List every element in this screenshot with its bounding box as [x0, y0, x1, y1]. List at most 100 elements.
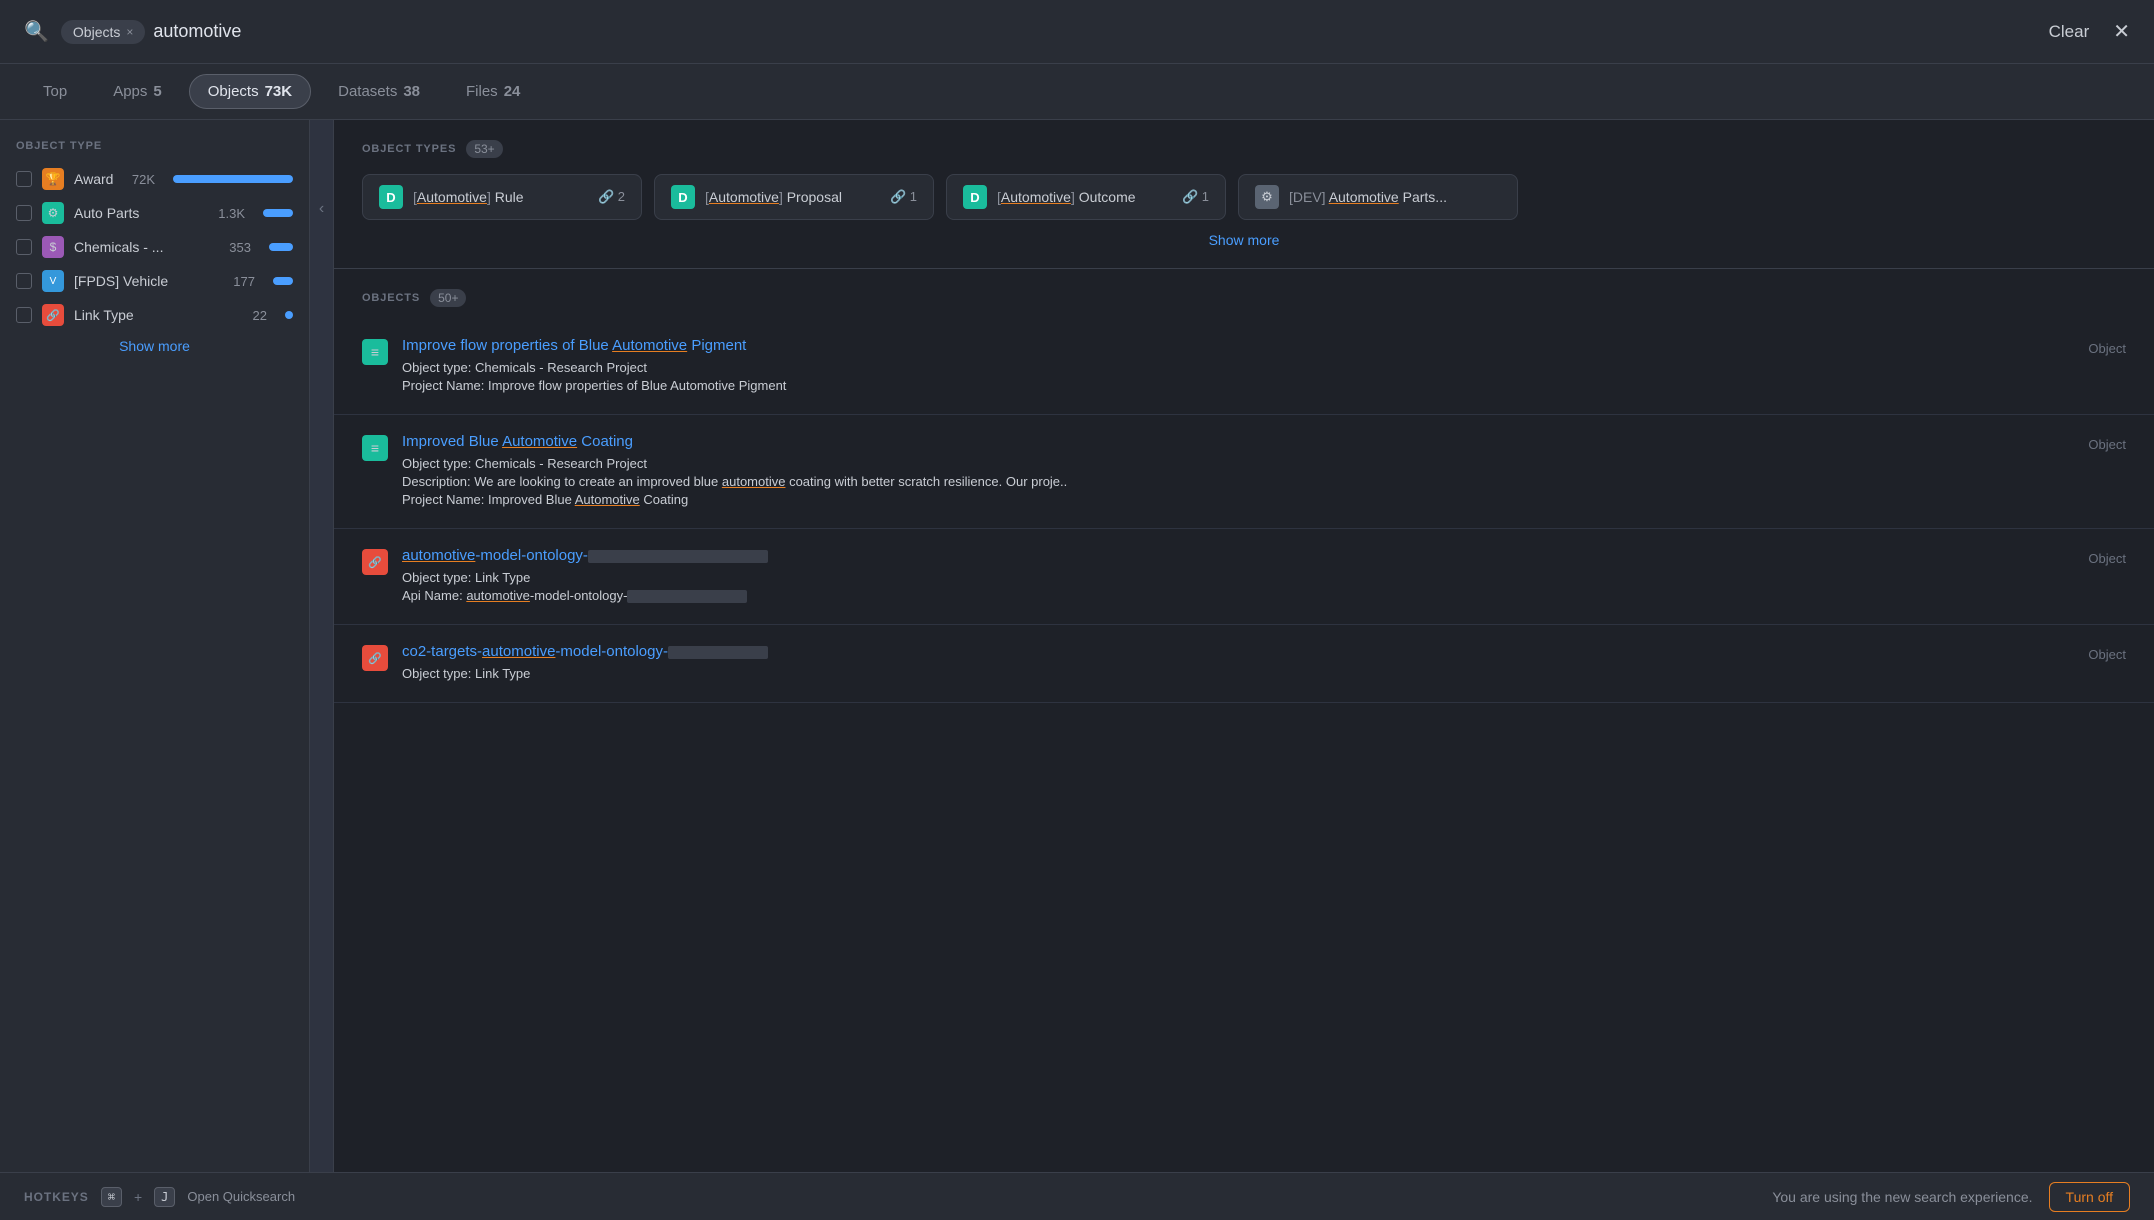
- filter-bar-fpds-vehicle: [273, 277, 293, 285]
- obj-title-result-1: Improve flow properties of Blue Automoti…: [402, 337, 2074, 354]
- obj-icon-result-3: 🔗: [362, 549, 388, 575]
- turn-off-button[interactable]: Turn off: [2049, 1182, 2130, 1212]
- tab-datasets-label: Datasets: [338, 83, 397, 100]
- filter-label-link-type: Link Type: [74, 307, 243, 323]
- filter-checkbox-award[interactable]: [16, 171, 32, 187]
- filter-bar-fill-fpds-vehicle: [273, 277, 293, 285]
- object-types-title: OBJECT TYPES: [362, 143, 456, 155]
- tab-apps-count: 5: [153, 83, 161, 100]
- ot-icon-automotive-proposal: D: [671, 185, 695, 209]
- search-tag[interactable]: Objects ×: [61, 20, 145, 44]
- object-result-3[interactable]: 🔗 automotive-model-ontology- Object type…: [334, 529, 2154, 625]
- obj-badge-result-3: Object: [2088, 547, 2126, 566]
- tab-datasets-count: 38: [403, 83, 420, 100]
- chevron-left-icon: ‹: [319, 200, 324, 218]
- filter-bar-fill-chemicals: [269, 243, 293, 251]
- sidebar-title: OBJECT TYPE: [16, 140, 293, 152]
- filter-icon-award: 🏆: [42, 168, 64, 190]
- clear-button[interactable]: Clear: [2049, 22, 2090, 42]
- obj-title-result-4: co2-targets-automotive-model-ontology-: [402, 643, 2074, 660]
- filter-label-award: Award: [74, 171, 122, 187]
- filter-count-auto-parts: 1.3K: [218, 206, 245, 221]
- tab-files-label: Files: [466, 83, 498, 100]
- tab-files-count: 24: [504, 83, 521, 100]
- collapse-sidebar-button[interactable]: ‹: [310, 120, 334, 1172]
- ot-label-automotive-proposal: [Automotive] Proposal: [705, 189, 842, 205]
- tab-top-label: Top: [43, 83, 67, 100]
- obj-meta-type-result-3: Object type: Link Type: [402, 570, 2074, 585]
- object-type-card-dev-automotive[interactable]: ⚙ [DEV] Automotive Parts...: [1238, 174, 1518, 220]
- tab-objects[interactable]: Objects 73K: [189, 74, 311, 109]
- filter-item-auto-parts[interactable]: ⚙ Auto Parts 1.3K: [16, 202, 293, 224]
- bottom-bar: HOTKEYS ⌘ + J Open Quicksearch You are u…: [0, 1172, 2154, 1220]
- kbd-j: J: [154, 1187, 175, 1207]
- content-area: OBJECT TYPES 53+ D [Automotive] Rule 🔗 2…: [334, 120, 2154, 1172]
- obj-meta-project-result-2: Project Name: Improved Blue Automotive C…: [402, 492, 2074, 507]
- close-button[interactable]: ✕: [2113, 19, 2130, 44]
- obj-icon-result-1: ≡: [362, 339, 388, 365]
- objects-title: OBJECTS: [362, 292, 420, 304]
- main-layout: OBJECT TYPE 🏆 Award 72K ⚙ Auto Parts 1.3…: [0, 120, 2154, 1172]
- filter-icon-chemicals: $: [42, 236, 64, 258]
- obj-icon-result-2: ≡: [362, 435, 388, 461]
- object-type-card-automotive-rule[interactable]: D [Automotive] Rule 🔗 2: [362, 174, 642, 220]
- search-tag-close[interactable]: ×: [126, 25, 133, 39]
- tab-files[interactable]: Files 24: [447, 74, 539, 109]
- obj-meta-desc-result-2: Description: We are looking to create an…: [402, 474, 2074, 489]
- filter-checkbox-chemicals[interactable]: [16, 239, 32, 255]
- ot-label-automotive-outcome: [Automotive] Outcome: [997, 189, 1136, 205]
- kbd-plus: +: [134, 1189, 142, 1205]
- filter-count-link-type: 22: [253, 308, 267, 323]
- ot-link-count-automotive-outcome: 🔗 1: [1182, 189, 1209, 205]
- kbd-cmd: ⌘: [101, 1187, 122, 1207]
- bottom-bar-right: You are using the new search experience.…: [1772, 1182, 2130, 1212]
- obj-meta-type-result-2: Object type: Chemicals - Research Projec…: [402, 456, 2074, 471]
- top-bar: 🔍 Objects × Clear ✕: [0, 0, 2154, 64]
- filter-checkbox-link-type[interactable]: [16, 307, 32, 323]
- object-type-card-automotive-proposal[interactable]: D [Automotive] Proposal 🔗 1: [654, 174, 934, 220]
- object-types-grid: D [Automotive] Rule 🔗 2 D [Automotive] P…: [362, 174, 2126, 220]
- object-types-badge: 53+: [466, 140, 502, 158]
- tab-top[interactable]: Top: [24, 74, 86, 109]
- obj-meta-type-result-1: Object type: Chemicals - Research Projec…: [402, 360, 2074, 375]
- filter-item-fpds-vehicle[interactable]: V [FPDS] Vehicle 177: [16, 270, 293, 292]
- filter-bar-fill-award: [173, 175, 293, 183]
- search-input[interactable]: [153, 21, 2048, 42]
- ot-label-automotive-rule: [Automotive] Rule: [413, 189, 524, 205]
- obj-meta-project-result-1: Project Name: Improve flow properties of…: [402, 378, 2074, 393]
- filter-count-chemicals: 353: [229, 240, 251, 255]
- obj-content-result-3: automotive-model-ontology- Object type: …: [402, 547, 2074, 606]
- obj-title-result-3: automotive-model-ontology-: [402, 547, 2074, 564]
- filter-bar-fill-link-type: [285, 311, 293, 319]
- hotkeys-label: HOTKEYS: [24, 1190, 89, 1204]
- tab-apps[interactable]: Apps 5: [94, 74, 181, 109]
- filter-item-link-type[interactable]: 🔗 Link Type 22: [16, 304, 293, 326]
- filter-item-chemicals[interactable]: $ Chemicals - ... 353: [16, 236, 293, 258]
- filter-bar-auto-parts: [263, 209, 293, 217]
- filter-bar-chemicals: [269, 243, 293, 251]
- filter-bar-link-type: [285, 311, 293, 319]
- filter-checkbox-auto-parts[interactable]: [16, 205, 32, 221]
- object-result-1[interactable]: ≡ Improve flow properties of Blue Automo…: [334, 319, 2154, 415]
- top-bar-actions: Clear ✕: [2049, 19, 2130, 44]
- obj-meta-api-result-3: Api Name: automotive-model-ontology-: [402, 588, 2074, 603]
- show-more-object-types[interactable]: Show more: [362, 232, 2126, 248]
- new-experience-text: You are using the new search experience.: [1772, 1189, 2032, 1205]
- filter-icon-auto-parts: ⚙: [42, 202, 64, 224]
- filter-item-award[interactable]: 🏆 Award 72K: [16, 168, 293, 190]
- object-type-card-automotive-outcome[interactable]: D [Automotive] Outcome 🔗 1: [946, 174, 1226, 220]
- show-more-sidebar[interactable]: Show more: [16, 338, 293, 354]
- obj-title-result-2: Improved Blue Automotive Coating: [402, 433, 2074, 450]
- object-result-4[interactable]: 🔗 co2-targets-automotive-model-ontology-…: [334, 625, 2154, 703]
- filter-bar-award: [173, 175, 293, 183]
- filter-label-chemicals: Chemicals - ...: [74, 239, 219, 255]
- tab-datasets[interactable]: Datasets 38: [319, 74, 439, 109]
- filter-checkbox-fpds-vehicle[interactable]: [16, 273, 32, 289]
- filter-icon-fpds-vehicle: V: [42, 270, 64, 292]
- obj-content-result-4: co2-targets-automotive-model-ontology- O…: [402, 643, 2074, 684]
- filter-label-fpds-vehicle: [FPDS] Vehicle: [74, 273, 223, 289]
- ot-link-count-automotive-proposal: 🔗 1: [890, 189, 917, 205]
- object-result-2[interactable]: ≡ Improved Blue Automotive Coating Objec…: [334, 415, 2154, 529]
- filter-label-auto-parts: Auto Parts: [74, 205, 208, 221]
- objects-header: OBJECTS 50+: [334, 269, 2154, 319]
